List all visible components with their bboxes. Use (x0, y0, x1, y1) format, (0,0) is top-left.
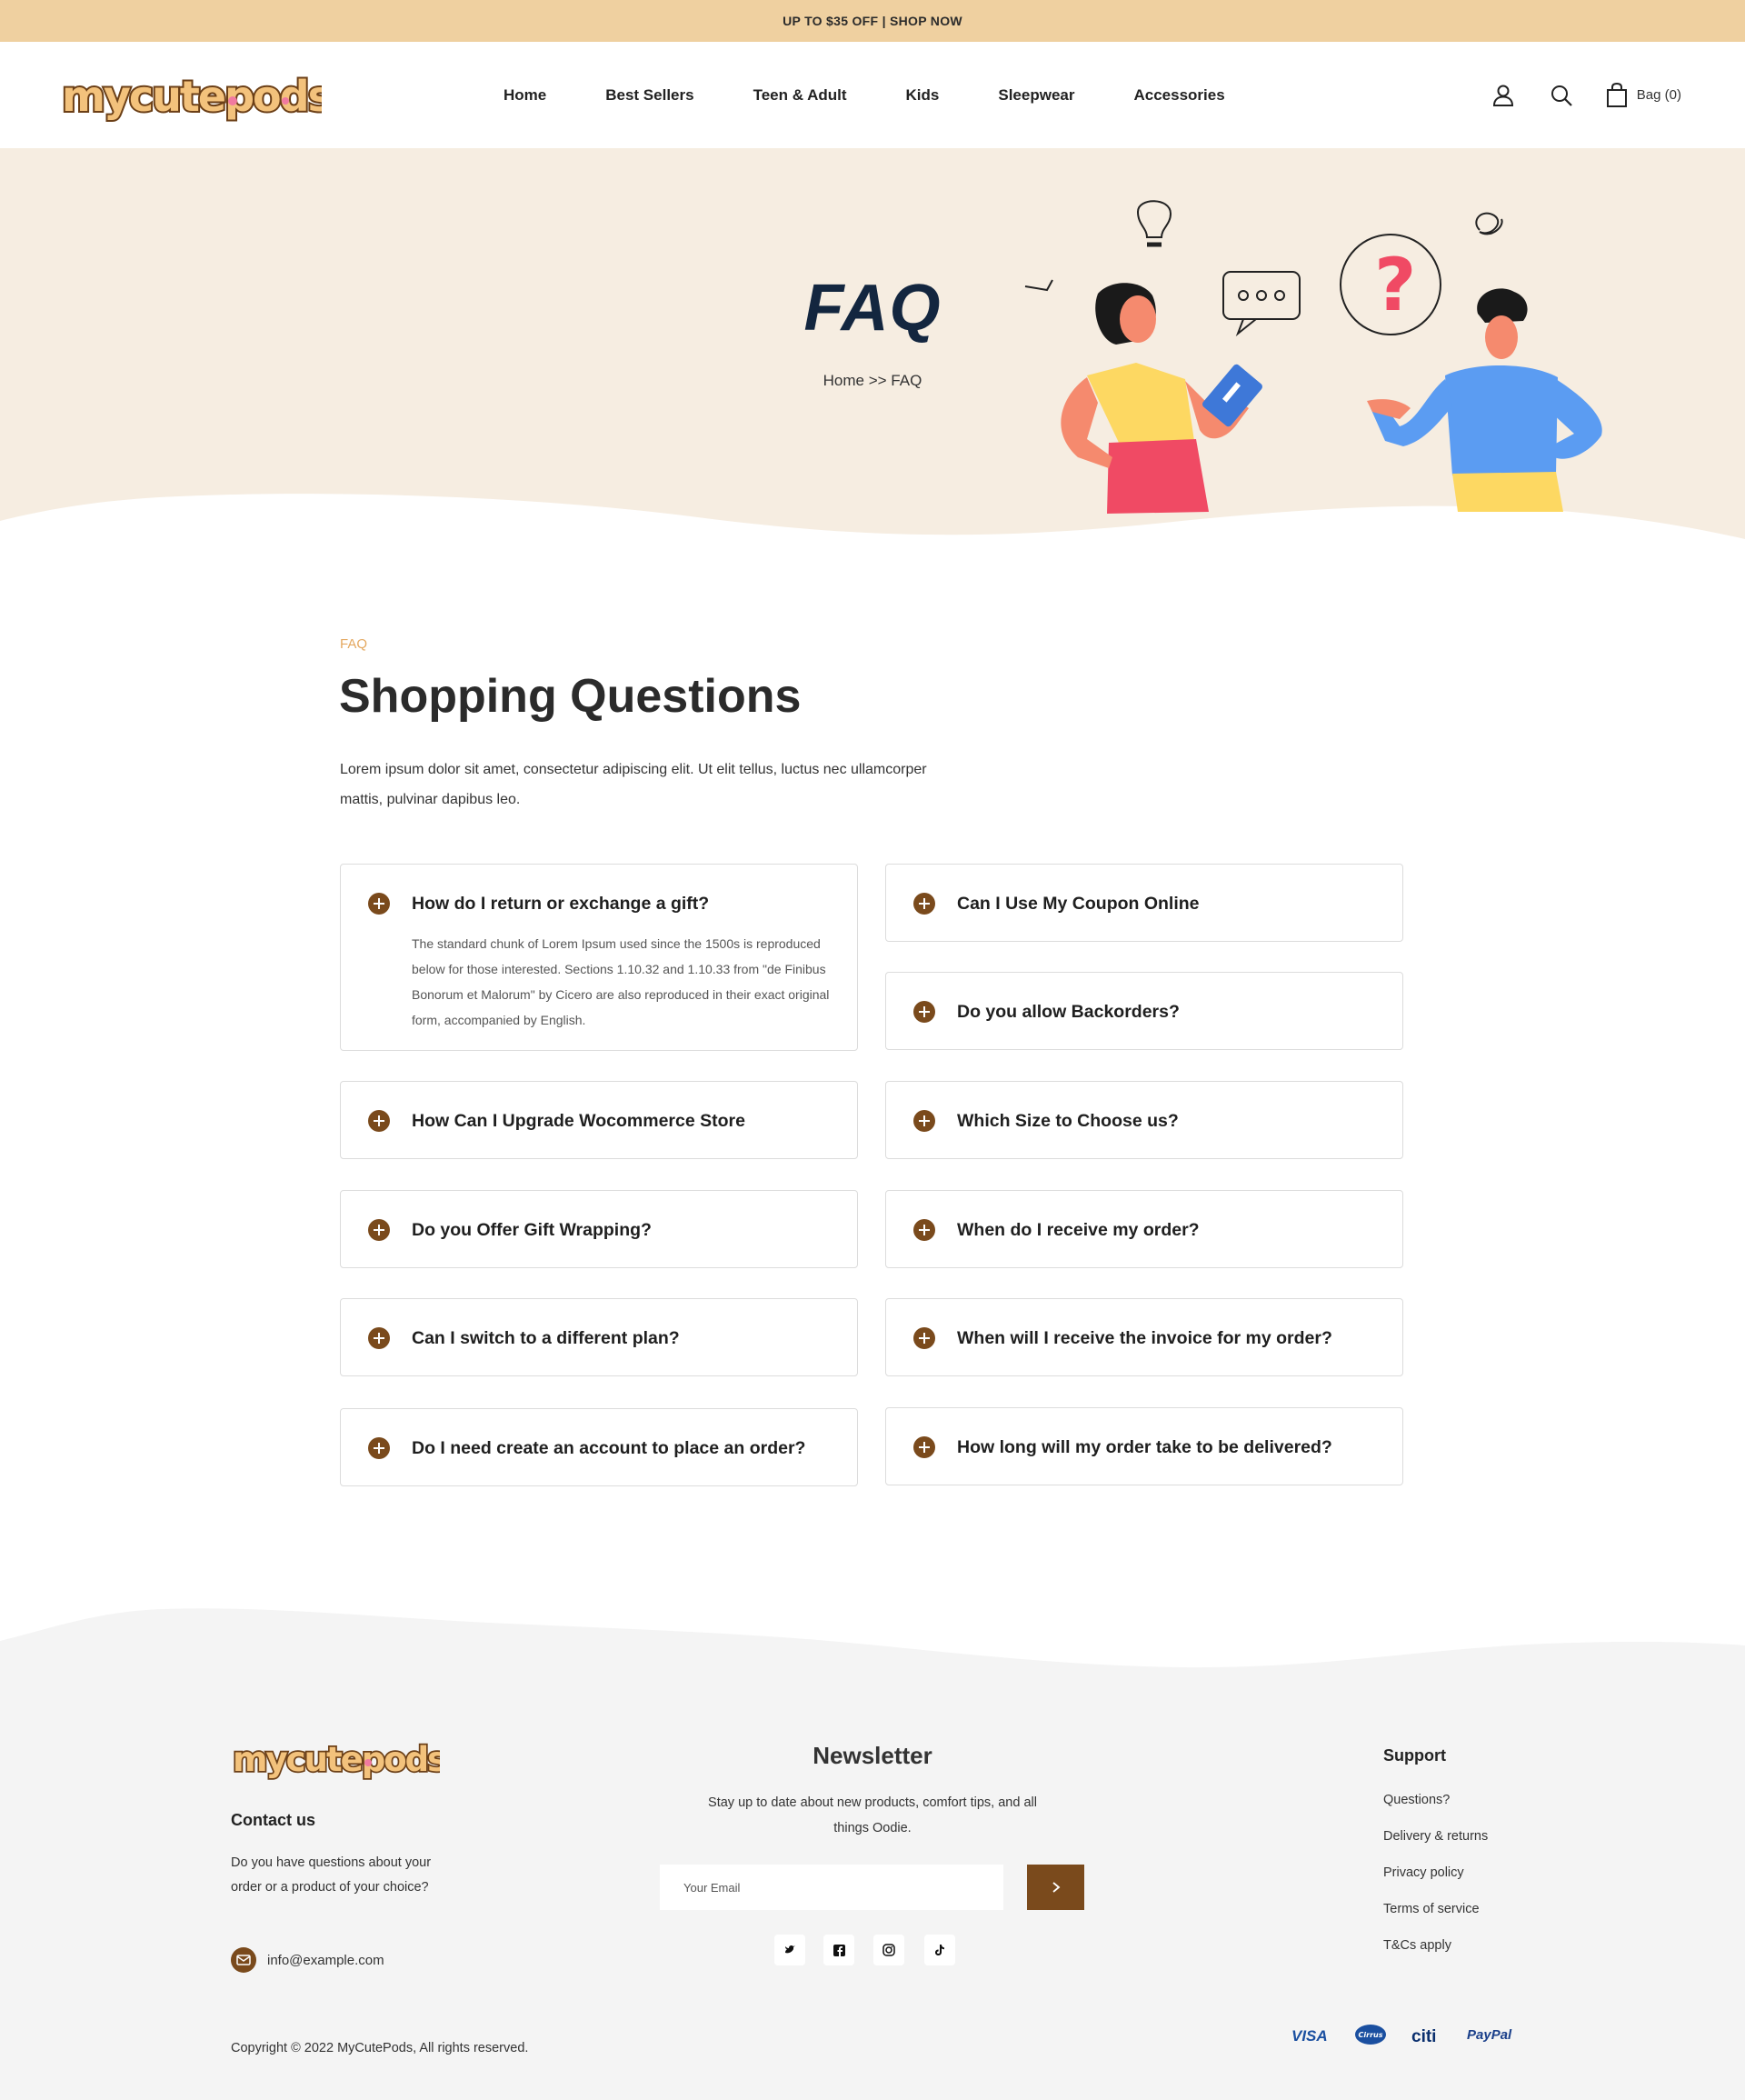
support-link-tcs[interactable]: T&Cs apply (1383, 1938, 1451, 1953)
paypal-logo: PayPal (1467, 2027, 1512, 2043)
faq-illustration: ? (1024, 200, 1602, 514)
contact-email[interactable]: info@example.com (231, 1947, 384, 1973)
faq-answer: The standard chunk of Lorem Ipsum used s… (412, 936, 830, 1027)
instagram-icon[interactable] (873, 1935, 904, 1965)
announcement-bar[interactable]: UP TO $35 OFF | SHOP NOW (0, 0, 1745, 42)
svg-text:Cirrus: Cirrus (1359, 2031, 1383, 2039)
newsletter-text: Stay up to date about new products, comf… (708, 1795, 1037, 1835)
faq-question[interactable]: How Can I Upgrade Wocommerce Store (412, 1082, 745, 1160)
newsletter-email-input[interactable] (660, 1865, 1003, 1910)
faq-question[interactable]: Which Size to Choose us? (957, 1082, 1179, 1160)
faq-item[interactable]: Do I need create an account to place an … (340, 1408, 858, 1486)
faq-question[interactable]: How long will my order take to be delive… (957, 1408, 1332, 1486)
faq-item[interactable]: Do you allow Backorders? (885, 972, 1403, 1050)
svg-text:?: ? (1374, 243, 1416, 327)
faq-question[interactable]: Do you allow Backorders? (957, 973, 1180, 1051)
plus-icon[interactable] (368, 1327, 390, 1349)
announcement-text[interactable]: UP TO $35 OFF | SHOP NOW (783, 14, 962, 28)
page-title: FAQ (803, 272, 942, 345)
twitter-icon[interactable] (774, 1935, 805, 1965)
faq-question[interactable]: When do I receive my order? (957, 1191, 1200, 1269)
breadcrumb[interactable]: Home >> FAQ (782, 372, 963, 390)
plus-icon[interactable] (913, 893, 935, 915)
nav-kids[interactable]: Kids (906, 86, 940, 105)
faq-question[interactable]: Do you Offer Gift Wrapping? (412, 1191, 652, 1269)
faq-item[interactable]: How Can I Upgrade Wocommerce Store (340, 1081, 858, 1159)
copyright: Copyright © 2022 MyCutePods, All rights … (231, 2041, 529, 2055)
faq-item[interactable]: How long will my order take to be delive… (885, 1407, 1403, 1485)
cirrus-logo: Cirrus (1354, 2024, 1387, 2050)
faq-question[interactable]: When will I receive the invoice for my o… (957, 1299, 1332, 1377)
faq-question[interactable]: Can I switch to a different plan? (412, 1299, 680, 1377)
chevron-right-icon (1052, 1882, 1060, 1893)
support-link-questions[interactable]: Questions? (1383, 1793, 1450, 1807)
svg-text:mycutepods: mycutepods (62, 72, 322, 121)
bag-label: Bag (0) (1636, 87, 1681, 103)
header-actions: Bag (0) (1490, 42, 1681, 148)
user-icon[interactable] (1490, 82, 1517, 109)
plus-icon[interactable] (368, 1110, 390, 1132)
plus-icon[interactable] (368, 1219, 390, 1241)
facebook-icon[interactable] (823, 1935, 854, 1965)
svg-text:mycutepods: mycutepods (233, 1740, 440, 1779)
plus-icon[interactable] (913, 1436, 935, 1458)
contact-text: Do you have questions about your order o… (231, 1855, 432, 1895)
faq-item-expanded[interactable]: How do I return or exchange a gift? The … (340, 864, 858, 1051)
nav-teen-adult[interactable]: Teen & Adult (753, 86, 847, 105)
site-header: mycutepods Home Best Sellers Teen & Adul… (0, 42, 1745, 148)
faq-question[interactable]: Can I Use My Coupon Online (957, 865, 1200, 943)
hero-banner: FAQ Home >> FAQ ? (0, 148, 1745, 566)
faq-item[interactable]: Can I Use My Coupon Online (885, 864, 1403, 942)
plus-icon[interactable] (913, 1001, 935, 1023)
bag-button[interactable]: Bag (0) (1606, 82, 1681, 108)
section-title: Shopping Questions (339, 670, 802, 723)
footer-logo[interactable]: mycutepods (231, 1736, 440, 1782)
newsletter-submit-button[interactable] (1027, 1865, 1084, 1910)
support-title: Support (1383, 1746, 1446, 1765)
tiktok-icon[interactable] (924, 1935, 955, 1965)
faq-item[interactable]: Which Size to Choose us? (885, 1081, 1403, 1159)
plus-icon[interactable] (368, 1437, 390, 1459)
email-text[interactable]: info@example.com (267, 1953, 384, 1968)
section-description: Lorem ipsum dolor sit amet, consectetur … (340, 762, 927, 807)
nav-accessories[interactable]: Accessories (1133, 86, 1224, 105)
faq-item[interactable]: Do you Offer Gift Wrapping? (340, 1190, 858, 1268)
faq-item[interactable]: Can I switch to a different plan? (340, 1298, 858, 1376)
search-icon[interactable] (1548, 82, 1575, 109)
plus-icon[interactable] (913, 1327, 935, 1349)
contact-title: Contact us (231, 1811, 316, 1829)
mail-icon (231, 1947, 256, 1973)
faq-question[interactable]: Do I need create an account to place an … (412, 1409, 805, 1487)
footer-background (0, 1608, 1745, 2100)
brand-logo[interactable]: mycutepods (58, 69, 322, 125)
nav-best-sellers[interactable]: Best Sellers (605, 86, 693, 105)
plus-icon[interactable] (368, 893, 390, 915)
site-footer: mycutepods Contact us Do you have questi… (0, 1600, 1745, 2100)
faq-item[interactable]: When will I receive the invoice for my o… (885, 1298, 1403, 1376)
nav-home[interactable]: Home (504, 86, 546, 105)
main-nav: Home Best Sellers Teen & Adult Kids Slee… (504, 42, 1284, 148)
faq-item[interactable]: When do I receive my order? (885, 1190, 1403, 1268)
support-link-delivery[interactable]: Delivery & returns (1383, 1829, 1488, 1844)
bag-icon (1606, 82, 1627, 107)
section-kicker: FAQ (340, 636, 368, 652)
plus-icon[interactable] (913, 1110, 935, 1132)
plus-icon[interactable] (913, 1219, 935, 1241)
newsletter-title: Newsletter (813, 1742, 932, 1769)
visa-logo: VISA (1291, 2027, 1328, 2045)
citi-logo: citi (1411, 2027, 1437, 2046)
nav-sleepwear[interactable]: Sleepwear (998, 86, 1074, 105)
support-link-terms[interactable]: Terms of service (1383, 1902, 1480, 1916)
support-link-privacy[interactable]: Privacy policy (1383, 1865, 1464, 1880)
